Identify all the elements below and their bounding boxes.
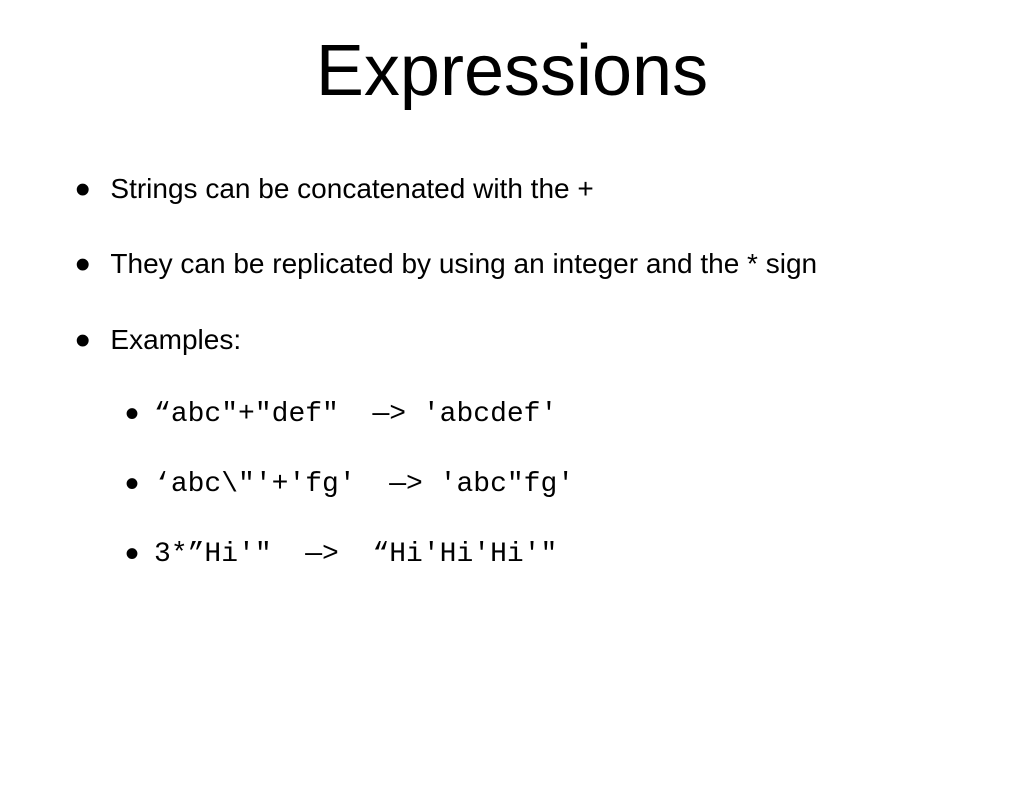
bullet-icon: • xyxy=(75,168,90,212)
bullet-text: Examples: xyxy=(110,322,241,358)
example-item: • ‘abc\"'+'fg' —> 'abc"fg' xyxy=(125,458,964,500)
example-item: • “abc"+"def" —> 'abcdef' xyxy=(125,388,964,430)
bullet-item: • They can be replicated by using an int… xyxy=(75,237,964,282)
code-example: ‘abc\"'+'fg' —> 'abc"fg' xyxy=(154,469,574,500)
bullet-text: They can be replicated by using an integ… xyxy=(110,246,817,282)
bullet-item: • Strings can be concatenated with the + xyxy=(75,162,964,207)
code-example: “abc"+"def" —> 'abcdef' xyxy=(154,399,557,430)
bullet-item: • Examples: xyxy=(75,313,964,358)
bullet-icon: • xyxy=(75,243,90,287)
bullet-icon: • xyxy=(125,464,139,504)
bullet-icon: • xyxy=(125,394,139,434)
bullet-text: Strings can be concatenated with the + xyxy=(110,171,593,207)
slide-title: Expressions xyxy=(0,30,1024,112)
bullet-icon: • xyxy=(125,534,139,574)
example-item: • 3*”Hi'" —> “Hi'Hi'Hi'" xyxy=(125,528,964,570)
content-area: • Strings can be concatenated with the +… xyxy=(0,162,1024,570)
code-example: 3*”Hi'" —> “Hi'Hi'Hi'" xyxy=(154,539,557,570)
examples-list: • “abc"+"def" —> 'abcdef' • ‘abc\"'+'fg'… xyxy=(75,388,964,570)
bullet-icon: • xyxy=(75,319,90,363)
